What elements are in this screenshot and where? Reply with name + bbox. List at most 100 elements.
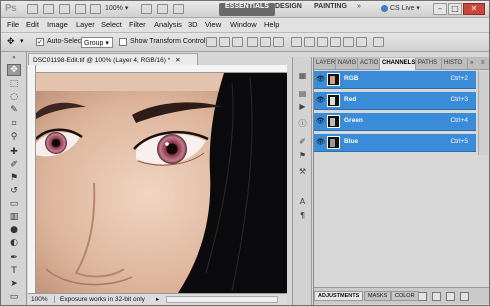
tool-preset-dropdown-icon[interactable]: ▾ [20,37,24,45]
path-selection-tool[interactable]: ➤ [7,278,21,290]
distribute-top-icon[interactable] [291,37,302,47]
screen-mode-icon[interactable] [173,4,184,14]
rotate-view-icon[interactable] [141,4,152,14]
move-tool[interactable]: ✥ [7,64,21,76]
vertical-ruler[interactable] [28,65,36,293]
tab-channels[interactable]: CHANNELS [380,58,416,70]
align-bottom-icon[interactable] [232,37,243,47]
visibility-eye-icon[interactable]: 👁 [316,76,325,83]
channel-row-red[interactable]: 👁 Red Ctrl+3 [314,92,476,110]
character-panel-icon[interactable]: A [296,195,309,207]
menu-help[interactable]: Help [264,20,279,29]
mini-bridge-icon[interactable] [43,4,54,14]
tab-actions[interactable]: ACTIO [358,58,380,70]
align-hcenter-icon[interactable] [260,37,271,47]
horizontal-scrollbar[interactable] [166,296,278,303]
menu-layer[interactable]: Layer [76,20,95,29]
zoom-tool-icon[interactable] [75,4,86,14]
workspace-design[interactable]: DESIGN [269,3,308,16]
tab-masks[interactable]: MASKS [364,291,392,301]
type-tool[interactable]: T [7,265,21,277]
menu-filter[interactable]: Filter [129,20,146,29]
menu-edit[interactable]: Edit [26,20,39,29]
blur-tool[interactable]: ● [7,224,21,236]
visibility-eye-icon[interactable]: 👁 [316,139,325,146]
panel-collapse-icon[interactable]: » [468,58,479,70]
workspace-essentials[interactable]: ESSENTIALS [219,3,275,16]
menu-window[interactable]: Window [230,20,257,29]
zoom-level-select[interactable]: 100% ▾ [105,4,135,14]
channels-scrollbar[interactable] [478,71,488,155]
menu-select[interactable]: Select [101,20,122,29]
panel-menu-icon[interactable]: ≡ [479,58,489,70]
crop-tool[interactable]: ⌗ [7,118,21,130]
tab-adjustments[interactable]: ADJUSTMENTS [314,291,364,301]
arrange-documents-icon[interactable] [157,4,168,14]
dodge-tool[interactable]: ◐ [7,237,21,249]
horizontal-ruler[interactable] [28,65,287,73]
maximize-button[interactable]: □ [448,3,462,15]
distribute-right-icon[interactable] [356,37,367,47]
info-panel-icon[interactable]: ⓘ [296,117,309,129]
extras-icon[interactable] [59,4,70,14]
minimize-button[interactable]: – [433,3,447,15]
brush-panel-icon[interactable]: ✐ [296,135,309,147]
menu-image[interactable]: Image [47,20,68,29]
tool-presets-panel-icon[interactable]: ⚒ [296,165,309,177]
shape-tool[interactable]: ▭ [7,291,21,303]
history-panel-icon[interactable]: ▤ [296,87,309,99]
spot-healing-tool[interactable]: ✚ [7,146,21,158]
distribute-bottom-icon[interactable] [317,37,328,47]
auto-select-checkbox[interactable]: ✓ [36,38,44,46]
more-workspaces-button[interactable]: » [351,3,367,16]
tab-paths[interactable]: PATHS [416,58,442,70]
tab-layers[interactable]: LAYER [314,58,336,70]
auto-align-layers-icon[interactable] [373,37,384,47]
menu-file[interactable]: File [7,20,19,29]
visibility-eye-icon[interactable]: 👁 [316,118,325,125]
paragraph-panel-icon[interactable]: ¶ [296,209,309,221]
menu-analysis[interactable]: Analysis [154,20,182,29]
move-tool-icon[interactable]: ✥ [7,36,15,47]
swatches-panel-icon[interactable]: ▦ [296,69,309,81]
clone-stamp-tool[interactable]: ⚑ [7,172,21,184]
workspace-painting[interactable]: PAINTING [308,3,353,16]
channel-row-blue[interactable]: 👁 Blue Ctrl+5 [314,134,476,152]
tab-navigator[interactable]: NAVIG [336,58,358,70]
actions-panel-icon[interactable]: ▶ [296,100,309,112]
tools-collapse-icon[interactable]: » [7,54,21,61]
eraser-tool[interactable]: ▭ [7,198,21,210]
align-left-icon[interactable] [247,37,258,47]
distribute-vcenter-icon[interactable] [304,37,315,47]
document-tab[interactable]: DSC01198-Edit.tif @ 100% (Layer 4, RGB/1… [28,53,198,65]
menu-view[interactable]: View [205,20,221,29]
align-vcenter-icon[interactable] [219,37,230,47]
brush-tool[interactable]: ✐ [7,159,21,171]
close-button[interactable]: ✕ [463,3,485,15]
tab-history[interactable]: HISTO [442,58,468,70]
align-right-icon[interactable] [273,37,284,47]
status-zoom[interactable]: 100% [31,296,55,303]
gradient-tool[interactable]: ▥ [7,211,21,223]
eyedropper-tool[interactable]: ⚲ [7,131,21,143]
show-transform-controls-checkbox[interactable] [119,38,127,46]
cs-live-menu[interactable]: CS Live ▾ [381,4,420,15]
document-tab-close-icon[interactable]: ✕ [175,57,180,64]
status-menu-icon[interactable]: ▸ [156,295,159,303]
image-canvas[interactable] [36,73,287,293]
visibility-eye-icon[interactable]: 👁 [316,97,325,104]
menu-3d[interactable]: 3D [188,20,198,29]
auto-select-dropdown[interactable]: Group ▾ [81,37,113,48]
marquee-tool[interactable]: ⬚ [7,78,21,90]
align-top-icon[interactable] [206,37,217,47]
quick-selection-tool[interactable]: ✎ [7,104,21,116]
channel-row-green[interactable]: 👁 Green Ctrl+4 [314,113,476,131]
distribute-left-icon[interactable] [330,37,341,47]
pen-tool[interactable]: ✒ [7,252,21,264]
clone-source-panel-icon[interactable]: ⚑ [296,149,309,161]
channel-row-rgb[interactable]: 👁 RGB Ctrl+2 [314,71,476,89]
distribute-hcenter-icon[interactable] [343,37,354,47]
lasso-tool[interactable]: ◌ [7,91,21,103]
hand-tool-icon[interactable] [90,4,101,14]
history-brush-tool[interactable]: ↺ [7,185,21,197]
